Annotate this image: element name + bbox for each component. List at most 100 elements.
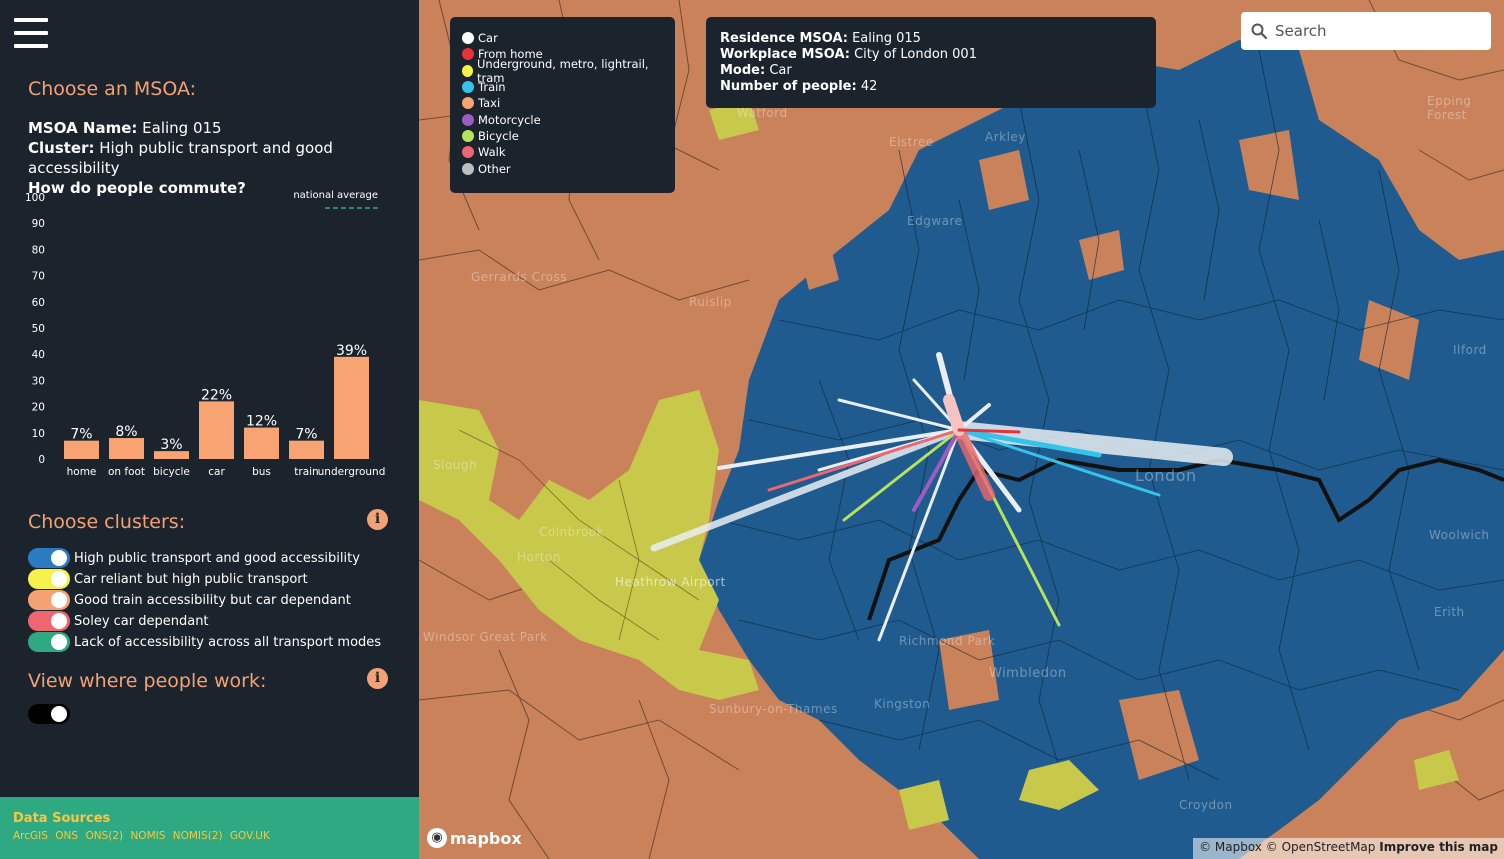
legend-item: Bicycle — [462, 128, 663, 144]
search-box[interactable] — [1241, 12, 1491, 50]
chart-bar — [109, 438, 144, 459]
source-link-govuk[interactable]: GOV.UK — [230, 830, 270, 842]
chart-bar — [244, 427, 279, 459]
legend-label: Other — [478, 161, 511, 176]
place-label-ilford: Ilford — [1453, 343, 1487, 357]
cluster-toggle-row[interactable]: Good train accessibility but car dependa… — [28, 590, 351, 610]
view-work-info-icon[interactable]: i — [367, 668, 388, 689]
source-link-nomis[interactable]: NOMIS — [130, 830, 165, 842]
msoa-name-value: Ealing 015 — [142, 119, 222, 137]
bar-data-label: 39% — [336, 343, 367, 359]
y-tick-label: 100 — [25, 192, 45, 204]
place-label-gerrards-cross: Gerrards Cross — [471, 270, 567, 284]
place-label-richmond-park: Richmond Park — [899, 634, 996, 648]
legend-item: Taxi — [462, 95, 663, 111]
place-label-watford: Watford — [737, 106, 788, 120]
people-value: 42 — [860, 79, 878, 94]
place-label-london: London — [1135, 466, 1197, 485]
y-tick-label: 20 — [32, 402, 45, 414]
source-link-ons-2[interactable]: ONS(2) — [85, 830, 123, 842]
mode-value: Car — [769, 63, 792, 78]
data-sources-panel: Data Sources ArcGIS ONS ONS(2) NOMIS NOM… — [0, 797, 419, 859]
y-tick-label: 10 — [32, 428, 45, 440]
cluster-toggle-label: Car reliant but high public transport — [74, 571, 308, 587]
map-canvas[interactable]: Epping Forest Watford Elstree Arkley Edg… — [419, 0, 1504, 859]
place-label-ruislip: Ruislip — [689, 295, 732, 309]
workplace-value: City of London 001 — [854, 47, 977, 62]
mapbox-logo[interactable]: ◉ mapbox — [427, 828, 522, 848]
cluster-toggle-switch[interactable] — [28, 569, 70, 589]
residence-value: Ealing 015 — [852, 31, 921, 46]
view-work-title: View where people work: — [28, 670, 267, 692]
x-tick-label: home — [67, 466, 97, 478]
msoa-name-label: MSOA Name: — [28, 119, 138, 137]
legend-color-dot — [462, 162, 474, 175]
place-label-kingston: Kingston — [874, 697, 931, 711]
source-link-nomis-2[interactable]: NOMIS(2) — [173, 830, 223, 842]
flow-tooltip: Residence MSOA: Ealing 015 Workplace MSO… — [706, 17, 1156, 108]
mapbox-logo-text: mapbox — [450, 828, 522, 848]
bar-data-label: 7% — [70, 427, 92, 443]
place-label-croydon: Croydon — [1179, 798, 1233, 812]
legend-color-dot — [462, 32, 474, 45]
mode-legend: Car From home Underground, metro, lightrai… — [450, 17, 675, 193]
search-input[interactable] — [1275, 22, 1475, 40]
legend-item: Other — [462, 160, 663, 176]
legend-color-dot — [462, 48, 474, 61]
hamburger-icon[interactable] — [14, 18, 48, 50]
workplace-label: Workplace MSOA: — [720, 47, 850, 62]
choose-msoa-title: Choose an MSOA: — [28, 78, 197, 100]
chart-bar — [199, 401, 234, 459]
x-tick-label: bicycle — [153, 466, 190, 478]
data-sources-title: Data Sources — [13, 811, 111, 826]
cluster-toggle-switch[interactable] — [28, 611, 70, 631]
sidebar: Choose an MSOA: MSOA Name: Ealing 015 Cl… — [0, 0, 419, 859]
cluster-toggle-label: Soley car dependant — [74, 613, 209, 629]
source-link-ons[interactable]: ONS — [55, 830, 78, 842]
source-link-arcgis[interactable]: ArcGIS — [13, 830, 48, 842]
place-label-woolwich: Woolwich — [1429, 528, 1490, 542]
y-tick-label: 90 — [32, 218, 45, 230]
legend-color-dot — [462, 81, 474, 94]
y-tick-label: 70 — [32, 271, 45, 283]
legend-label: Train — [478, 80, 506, 95]
x-tick-label: car — [208, 466, 225, 478]
cluster-toggle-row[interactable]: Car reliant but high public transport — [28, 569, 308, 589]
cluster-toggle-label: Lack of accessibility across all transpo… — [74, 634, 382, 650]
improve-map-link[interactable]: Improve this map — [1379, 840, 1498, 854]
people-label: Number of people: — [720, 79, 857, 94]
legend-item: Underground, metro, lightrail, tram — [462, 57, 663, 85]
cluster-toggle-switch[interactable] — [28, 632, 70, 652]
bar-data-label: 3% — [160, 437, 182, 453]
cluster-toggle-switch[interactable] — [28, 548, 70, 568]
legend-label: Taxi — [478, 96, 501, 111]
y-tick-label: 40 — [32, 349, 45, 361]
legend-color-dot — [462, 97, 474, 110]
attribution-osm-link[interactable]: © OpenStreetMap — [1266, 840, 1376, 854]
legend-national-average: national average — [293, 190, 378, 201]
cluster-toggle-row[interactable]: High public transport and good accessibi… — [28, 548, 360, 568]
x-tick-label: underground — [318, 466, 386, 478]
view-work-switch[interactable] — [28, 704, 70, 724]
commute-bar-chart: 0 10 20 30 40 50 60 70 80 90 100 7% home 8% on foot 3% b… — [25, 190, 386, 478]
cluster-toggle-label: High public transport and good accessibi… — [74, 550, 360, 566]
legend-label: Car — [478, 31, 498, 46]
place-label-edgware: Edgware — [907, 214, 963, 228]
choose-clusters-title: Choose clusters: — [28, 511, 186, 533]
place-label-arkley: Arkley — [985, 130, 1026, 144]
attribution-mapbox-link[interactable]: © Mapbox — [1199, 840, 1262, 854]
cluster-toggle-row[interactable]: Lack of accessibility across all transpo… — [28, 632, 381, 652]
cluster-label: Cluster: — [28, 139, 95, 157]
legend-color-dot — [462, 146, 474, 159]
place-label-epping-forest: Epping Forest — [1427, 94, 1472, 122]
view-work-toggle[interactable] — [28, 704, 74, 724]
clusters-info-icon[interactable]: i — [367, 509, 388, 530]
bar-data-label: 8% — [115, 424, 137, 440]
y-tick-label: 50 — [32, 323, 45, 335]
bar-data-label: 22% — [201, 387, 232, 403]
place-label-erith: Erith — [1434, 605, 1465, 619]
place-label-sunbury: Sunbury-on-Thames — [709, 702, 838, 716]
bar-data-label: 12% — [246, 414, 277, 430]
cluster-toggle-switch[interactable] — [28, 590, 70, 610]
cluster-toggle-row[interactable]: Soley car dependant — [28, 611, 209, 631]
